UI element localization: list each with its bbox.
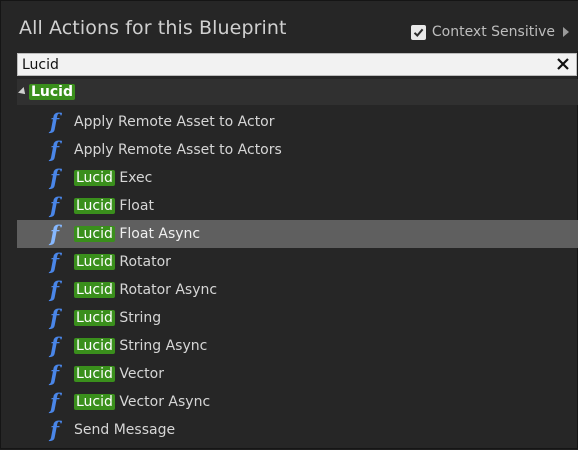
action-list: Lucid f Apply Remote Asset to Actor f Apply… bbox=[17, 79, 578, 450]
action-item-text: Float bbox=[114, 198, 154, 214]
function-icon: f bbox=[50, 277, 60, 302]
action-item-text: Exec bbox=[114, 170, 153, 186]
search-box bbox=[17, 53, 577, 76]
function-icon: f bbox=[50, 333, 60, 358]
function-icon: f bbox=[50, 109, 60, 134]
action-item[interactable]: f Lucid Vector bbox=[17, 360, 578, 388]
actions-panel: All Actions for this Blueprint Context S… bbox=[0, 0, 578, 449]
search-match-highlight: Lucid bbox=[74, 226, 115, 242]
action-item[interactable]: f Send Message bbox=[17, 416, 578, 444]
function-icon: f bbox=[50, 361, 60, 386]
action-item-label: Lucid String bbox=[74, 310, 161, 326]
action-item-text: Vector Async bbox=[114, 394, 211, 410]
search-match-highlight: Lucid bbox=[74, 310, 115, 326]
search-match-highlight: Lucid bbox=[74, 198, 115, 214]
action-item-text: String bbox=[114, 310, 162, 326]
function-icon: f bbox=[50, 221, 60, 246]
action-item[interactable]: f Apply Remote Asset to Actor bbox=[17, 108, 578, 136]
action-item-text: String Async bbox=[114, 338, 208, 354]
search-match-highlight: Lucid bbox=[74, 254, 115, 270]
function-icon: f bbox=[50, 305, 60, 330]
category-lucid[interactable]: Lucid bbox=[17, 79, 578, 105]
chevron-right-icon bbox=[563, 27, 569, 37]
category-label: Lucid bbox=[29, 84, 76, 100]
action-item-label: Lucid Vector Async bbox=[74, 394, 210, 410]
search-match-highlight: Lucid bbox=[74, 338, 115, 354]
action-item-text: Send Message bbox=[74, 422, 176, 438]
action-item-text: Rotator bbox=[114, 254, 171, 270]
clear-search-icon[interactable] bbox=[554, 55, 572, 73]
action-item-text: Apply Remote Asset to Actors bbox=[74, 142, 282, 158]
search-match-highlight: Lucid bbox=[74, 170, 115, 186]
context-sensitive-label: Context Sensitive bbox=[431, 24, 555, 40]
search-match-highlight: Lucid bbox=[74, 366, 115, 382]
checkmark-icon bbox=[413, 28, 424, 37]
search-match-highlight: Lucid bbox=[74, 282, 115, 298]
context-sensitive-checkbox[interactable] bbox=[410, 24, 426, 40]
function-icon: f bbox=[50, 193, 60, 218]
search-input[interactable] bbox=[20, 54, 544, 75]
action-item-label: Apply Remote Asset to Actor bbox=[74, 114, 275, 130]
action-item-label: Lucid Rotator bbox=[74, 254, 171, 270]
function-icon: f bbox=[50, 389, 60, 414]
action-item-text: Float Async bbox=[114, 226, 201, 242]
action-item[interactable]: f Lucid String bbox=[17, 304, 578, 332]
action-item-text: Rotator Async bbox=[114, 282, 218, 298]
action-item-label: Lucid Rotator Async bbox=[74, 282, 217, 298]
action-item-label: Lucid Float bbox=[74, 198, 154, 214]
action-item[interactable]: f Apply Remote Asset to Actors bbox=[17, 136, 578, 164]
search-match-highlight: Lucid bbox=[74, 394, 115, 410]
function-icon: f bbox=[50, 417, 60, 442]
action-item-label: Apply Remote Asset to Actors bbox=[74, 142, 282, 158]
action-item[interactable]: f Lucid Rotator Async bbox=[17, 276, 578, 304]
action-item-label: Lucid Vector bbox=[74, 366, 164, 382]
action-item[interactable]: f Lucid String Async bbox=[17, 332, 578, 360]
action-item[interactable]: f Lucid Float bbox=[17, 192, 578, 220]
action-item-label: Lucid Exec bbox=[74, 170, 152, 186]
panel-header: All Actions for this Blueprint Context S… bbox=[1, 1, 578, 51]
panel-title: All Actions for this Blueprint bbox=[19, 17, 287, 39]
action-item-label: Send Message bbox=[74, 422, 175, 438]
function-icon: f bbox=[50, 165, 60, 190]
action-item[interactable]: f Lucid Vector Async bbox=[17, 388, 578, 416]
function-icon: f bbox=[50, 249, 60, 274]
action-item[interactable]: f Lucid Exec bbox=[17, 164, 578, 192]
action-item[interactable]: f Lucid Float Async bbox=[17, 220, 578, 248]
action-item-label: Lucid Float Async bbox=[74, 226, 200, 242]
context-sensitive-toggle[interactable]: Context Sensitive bbox=[410, 24, 569, 40]
action-item[interactable]: f Lucid Rotator bbox=[17, 248, 578, 276]
action-item-text: Vector bbox=[114, 366, 164, 382]
action-item-label: Lucid String Async bbox=[74, 338, 207, 354]
action-item-text: Apply Remote Asset to Actor bbox=[74, 114, 275, 130]
expand-arrow-icon[interactable] bbox=[18, 87, 28, 97]
function-icon: f bbox=[50, 137, 60, 162]
